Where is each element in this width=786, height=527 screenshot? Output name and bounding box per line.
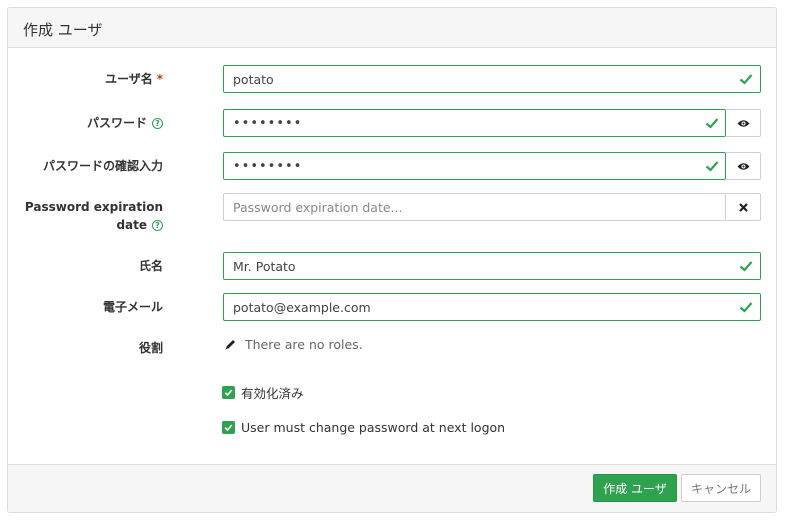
enabled-checkbox[interactable] xyxy=(222,386,235,399)
must-change-password-checkbox[interactable] xyxy=(222,421,235,434)
clear-expiration-button[interactable] xyxy=(726,193,761,221)
checkmark-icon xyxy=(224,389,233,397)
checkmark-icon xyxy=(224,424,233,432)
password-label: パスワード? xyxy=(8,115,163,132)
username-label: ユーザ名 * xyxy=(8,71,163,88)
must-change-password-option[interactable]: User must change password at next logon xyxy=(222,420,505,435)
username-input[interactable] xyxy=(223,65,761,93)
required-marker: * xyxy=(156,72,163,86)
password-label-text: パスワード xyxy=(86,116,147,130)
roles-label: 役割 xyxy=(138,341,163,355)
eye-icon xyxy=(737,162,749,170)
close-icon xyxy=(738,202,748,212)
password-confirm-label: パスワードの確認入力 xyxy=(42,159,163,173)
expiration-label: Password expiration date? xyxy=(8,199,163,234)
check-icon xyxy=(739,302,753,313)
show-password-confirm-button[interactable] xyxy=(726,152,761,180)
roles-empty-text: There are no roles. xyxy=(245,337,363,352)
must-change-password-label: User must change password at next logon xyxy=(241,420,506,435)
check-icon xyxy=(739,261,753,272)
help-icon[interactable]: ? xyxy=(152,220,163,231)
show-password-button[interactable] xyxy=(726,109,761,137)
email-label: 電子メール xyxy=(102,300,163,314)
check-icon xyxy=(705,161,719,172)
password-input[interactable] xyxy=(223,109,726,137)
panel-header: 作成 ユーザ xyxy=(8,8,776,48)
create-user-button[interactable]: 作成 ユーザ xyxy=(593,474,677,502)
roles-field: There are no roles. xyxy=(224,337,363,352)
cancel-button[interactable]: キャンセル xyxy=(681,474,761,502)
enabled-option[interactable]: 有効化済み xyxy=(222,383,304,402)
email-input[interactable] xyxy=(223,293,761,321)
check-icon xyxy=(739,74,753,85)
username-label-text: ユーザ名 xyxy=(104,72,153,86)
expiration-date-input[interactable] xyxy=(223,193,726,221)
page-title: 作成 ユーザ xyxy=(23,21,103,39)
fullname-input[interactable] xyxy=(223,252,761,280)
help-icon[interactable]: ? xyxy=(152,118,163,129)
check-icon xyxy=(705,118,719,129)
pencil-icon[interactable] xyxy=(224,338,237,351)
expiration-label-line2: date? xyxy=(8,217,163,234)
password-confirm-input[interactable] xyxy=(223,152,726,180)
enabled-label: 有効化済み xyxy=(241,386,304,401)
eye-icon xyxy=(737,119,749,127)
expiration-label-line2-text: date xyxy=(116,218,147,232)
expiration-label-line1: Password expiration xyxy=(24,200,163,214)
fullname-label: 氏名 xyxy=(138,259,163,273)
